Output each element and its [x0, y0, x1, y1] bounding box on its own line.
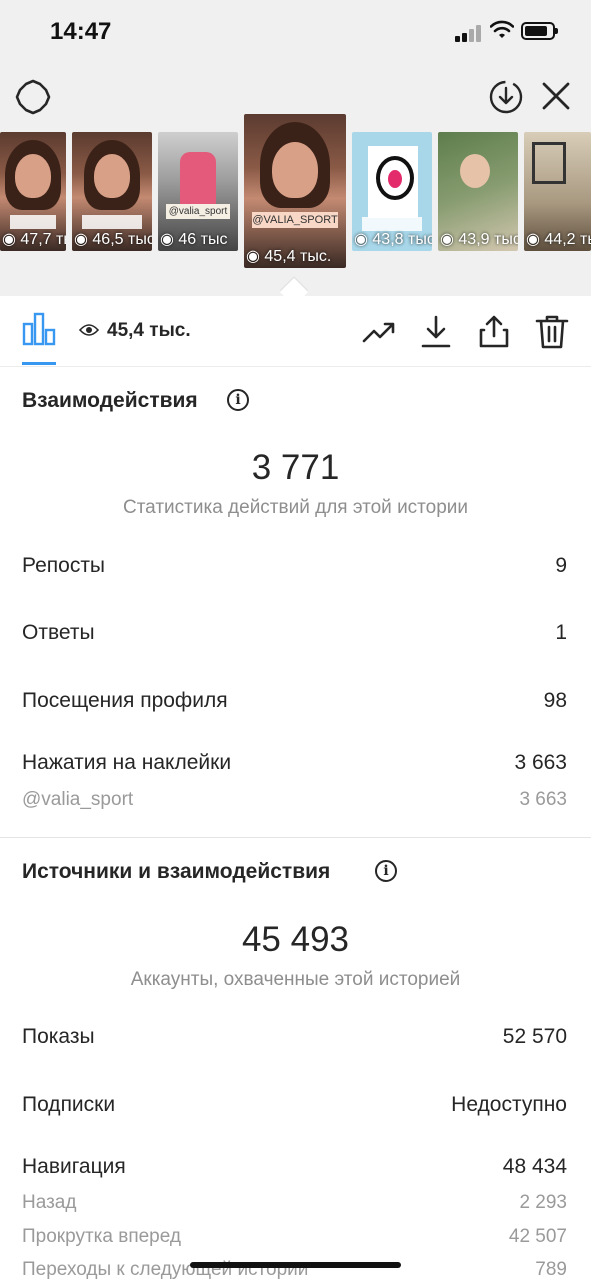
forward-label: Прокрутка вперед	[22, 1226, 181, 1247]
next-story-value: 789	[535, 1259, 567, 1280]
story-view-count: 45,4 тыс.	[107, 320, 191, 341]
trending-icon[interactable]	[361, 314, 397, 350]
forward-value: 42 507	[508, 1226, 567, 1247]
save-icon[interactable]	[487, 78, 525, 116]
trash-icon[interactable]	[534, 314, 570, 350]
reach-total: 45 493	[241, 920, 350, 959]
follows-label: Подписки	[22, 1093, 116, 1116]
sticker-mention-label: @valia_sport	[22, 789, 134, 810]
sticker-taps-value: 3 663	[514, 751, 567, 774]
sticker-taps-label: Нажатия на наклейки	[22, 751, 232, 774]
story-thumbnail[interactable]: ◉ 43,9 тыс	[438, 132, 518, 251]
section-divider	[0, 837, 591, 838]
info-icon[interactable]: i	[227, 389, 249, 411]
home-indicator[interactable]	[190, 1262, 401, 1268]
story-thumbnail[interactable]: @valia_sport ◉ 46 тыс	[158, 132, 238, 251]
discovery-title: Источники и взаимодействия	[22, 860, 331, 883]
share-icon[interactable]	[476, 314, 512, 350]
thumbnail-views: ◉ 43,9 тыс	[440, 231, 518, 248]
thumbnail-views: ◉ 43,8 тыс	[354, 231, 432, 248]
back-label: Назад	[22, 1192, 77, 1213]
thumbnail-views: ◉ 46 тыс	[160, 231, 228, 248]
story-thumbnail[interactable]: ◉ 44,2 тыс	[524, 132, 591, 251]
interactions-title: Взаимодействия	[22, 389, 198, 412]
interactions-total: 3 771	[251, 448, 340, 487]
navigation-value: 48 434	[502, 1155, 567, 1178]
wifi-icon	[490, 20, 514, 38]
bar-chart-icon[interactable]	[22, 312, 56, 346]
impressions-label: Показы	[22, 1025, 95, 1048]
story-thumbnail[interactable]: ◉ 46,5 тыс	[72, 132, 152, 251]
story-thumbnail[interactable]: ◉ 47,7 тыс	[0, 132, 66, 251]
close-icon[interactable]	[540, 80, 572, 112]
impressions-value: 52 570	[502, 1025, 567, 1048]
story-header: 14:47 ◉ 47,7 тыс ◉ 46,5 т	[0, 0, 591, 296]
back-value: 2 293	[519, 1192, 567, 1213]
insights-toolbar: 45,4 тыс.	[0, 296, 591, 367]
story-thumbnail-selected[interactable]: @VALIA_SPORT ◉ 45,4 тыс.	[244, 114, 346, 268]
thumbnail-mention-tag: @valia_sport	[166, 204, 230, 219]
navigation-label: Навигация	[22, 1155, 126, 1178]
profile-visits-label: Посещения профиля	[22, 689, 228, 712]
info-icon[interactable]: i	[375, 860, 397, 882]
download-icon[interactable]	[418, 314, 454, 350]
thumbnail-mention-tag: @VALIA_SPORT	[252, 212, 338, 228]
thumbnail-views: ◉ 45,4 тыс.	[246, 248, 332, 265]
reposts-value: 9	[555, 554, 567, 577]
battery-icon	[521, 22, 558, 40]
settings-icon[interactable]	[14, 78, 52, 116]
thumbnail-views: ◉ 44,2 тыс	[526, 231, 591, 248]
thumbnail-views: ◉ 47,7 тыс	[2, 231, 66, 248]
eye-icon	[79, 324, 99, 336]
reposts-label: Репосты	[22, 554, 106, 577]
sticker-mention-value: 3 663	[519, 789, 567, 810]
replies-value: 1	[555, 621, 567, 644]
story-thumbnail[interactable]: ◉ 43,8 тыс	[352, 132, 432, 251]
reach-caption: Аккаунты, охваченные этой историей	[130, 969, 461, 990]
story-thumbnail-strip: ◉ 47,7 тыс ◉ 46,5 тыс @valia_sport ◉ 46 …	[0, 114, 591, 274]
profile-visits-value: 98	[543, 689, 567, 712]
thumbnail-views: ◉ 46,5 тыс	[74, 231, 152, 248]
replies-label: Ответы	[22, 621, 95, 644]
signal-icon	[455, 24, 483, 42]
interactions-caption: Статистика действий для этой истории	[122, 497, 469, 518]
follows-value: Недоступно	[451, 1093, 567, 1116]
status-bar: 14:47	[0, 0, 591, 64]
active-tab-indicator	[22, 362, 56, 365]
status-time: 14:47	[50, 18, 112, 45]
